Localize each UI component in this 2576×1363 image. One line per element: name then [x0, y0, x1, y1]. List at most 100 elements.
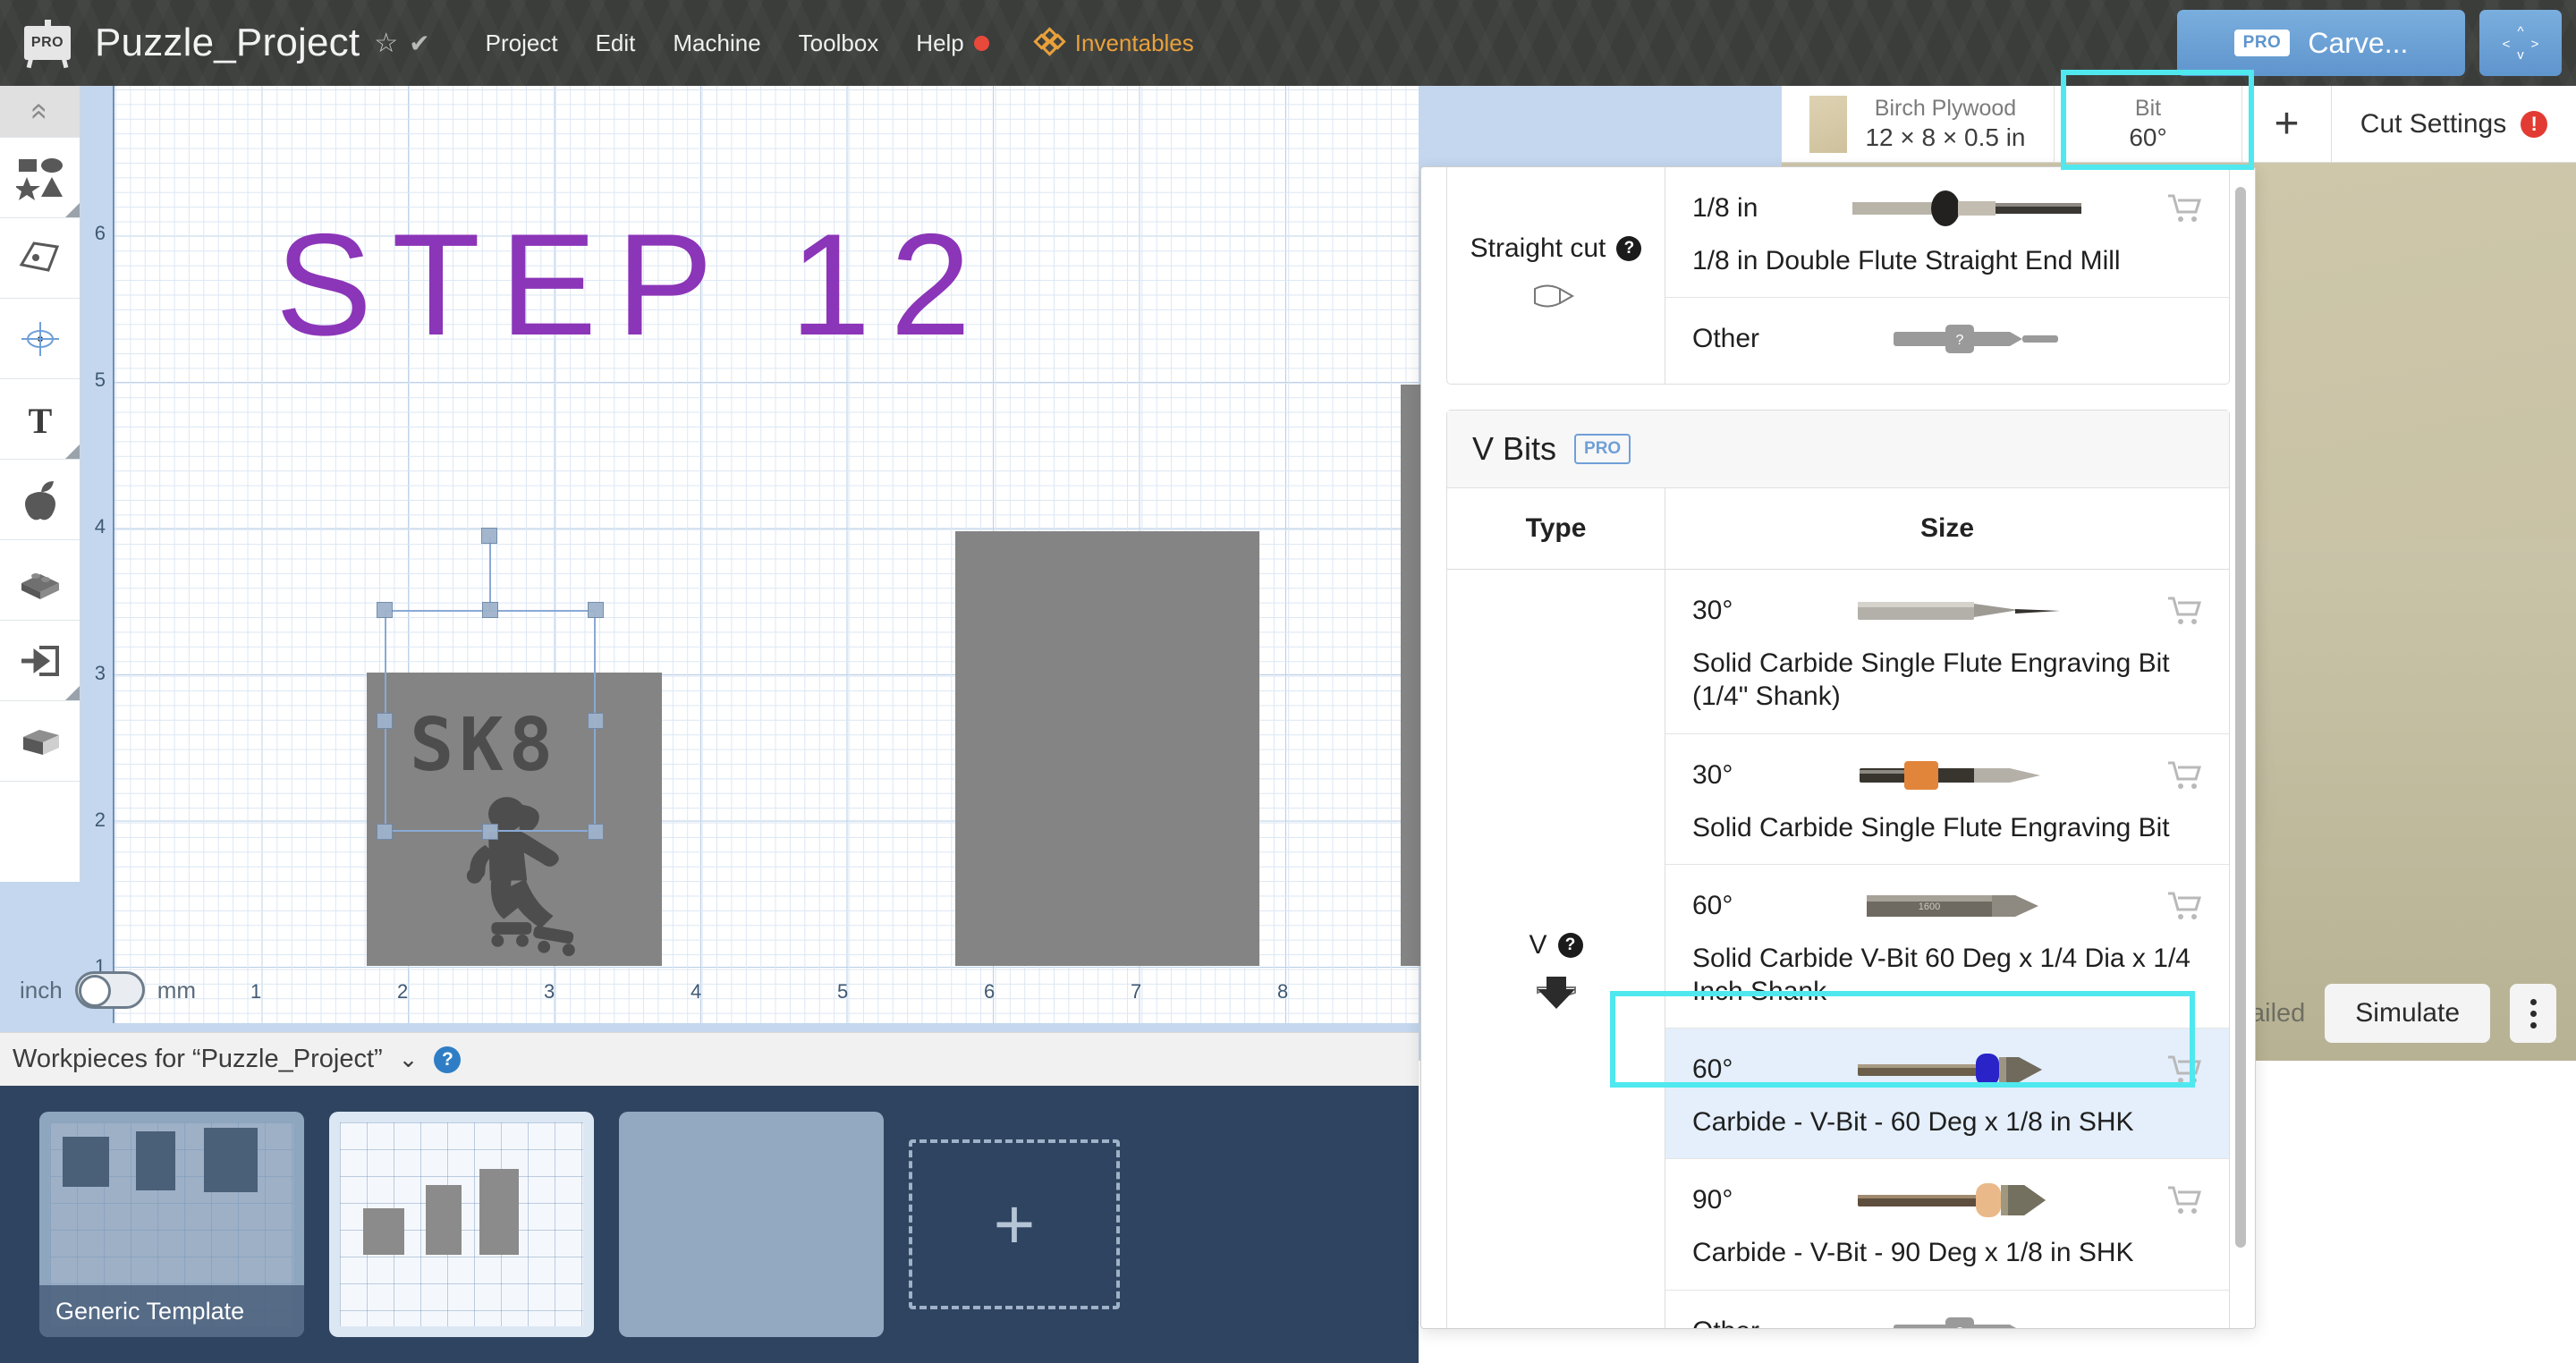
- resize-handle-s[interactable]: [482, 824, 498, 840]
- bit-row-v60-quarter[interactable]: 60° 1600: [1665, 865, 2229, 1029]
- v-bits-pro-badge: PRO: [1574, 434, 1631, 464]
- rotate-handle[interactable]: [481, 528, 497, 544]
- bit-description: Carbide - V-Bit - 90 Deg x 1/8 in SHK: [1692, 1236, 2202, 1269]
- bit-description: 1/8 in Double Flute Straight End Mill: [1692, 244, 2202, 277]
- horizontal-ruler: 1 2 3 4 5 6 7 8: [113, 980, 1419, 1016]
- shapes-icon: [16, 154, 64, 202]
- target-icon: [16, 315, 64, 363]
- simulate-button[interactable]: Simulate: [2325, 984, 2490, 1043]
- v-carve-profile-icon: [1530, 975, 1582, 1016]
- selection-bounding-box[interactable]: [385, 610, 596, 832]
- four-arrows-icon: ^ v < >: [2497, 20, 2544, 66]
- material-selector[interactable]: Birch Plywood 12 × 8 × 0.5 in: [1782, 86, 2054, 162]
- add-to-cart-icon[interactable]: [2156, 1184, 2202, 1216]
- inventables-label: Inventables: [1075, 30, 1194, 57]
- bit-row-v30-orange[interactable]: 30°: [1665, 734, 2229, 865]
- bit-image-v-bit-steel: [1801, 586, 2147, 636]
- tool-import[interactable]: [0, 621, 80, 701]
- menu-item-help[interactable]: Help: [916, 30, 988, 57]
- menu-item-toolbox[interactable]: Toolbox: [799, 30, 879, 57]
- bit-description: Solid Carbide Single Flute Engraving Bit…: [1692, 647, 2202, 713]
- workpiece-add-card[interactable]: +: [909, 1139, 1120, 1309]
- carve-button[interactable]: PRO Carve...: [2177, 10, 2465, 76]
- unit-switch[interactable]: [75, 971, 145, 1009]
- resize-handle-ne[interactable]: [588, 602, 604, 618]
- workpieces-help-icon[interactable]: ?: [434, 1046, 461, 1073]
- tool-import-corner: [65, 686, 80, 700]
- pan-navigate-button[interactable]: ^ v < >: [2479, 10, 2562, 76]
- cut-settings-label: Cut Settings: [2360, 109, 2506, 140]
- resize-handle-w[interactable]: [377, 713, 393, 729]
- tool-box[interactable]: [0, 701, 80, 782]
- hruler-tick-5: 5: [837, 980, 848, 1003]
- v-bits-help-icon[interactable]: ?: [1558, 933, 1583, 958]
- vruler-tick-5: 5: [95, 368, 106, 392]
- add-to-cart-icon[interactable]: [2156, 1054, 2202, 1086]
- hruler-tick-6: 6: [984, 980, 995, 1003]
- tool-blocks[interactable]: [0, 540, 80, 621]
- svg-text:^: ^: [2517, 24, 2523, 39]
- workpieces-chevron-down-icon[interactable]: ⌄: [399, 1046, 419, 1073]
- workpieces-strip: Generic Template +: [0, 1086, 1419, 1363]
- svg-text:T: T: [28, 401, 52, 441]
- favorite-star-icon[interactable]: ☆: [374, 28, 398, 59]
- bit-row-straight-1-8[interactable]: 1/8 in: [1665, 167, 2229, 298]
- tool-apps[interactable]: [0, 460, 80, 540]
- unit-switch-knob: [79, 975, 111, 1007]
- add-to-cart-icon[interactable]: [2156, 595, 2202, 627]
- workpiece-card-current[interactable]: [329, 1112, 594, 1337]
- bit-selector-tab[interactable]: Bit 60°: [2054, 86, 2241, 162]
- preview-controls: Detailed Simulate: [2210, 984, 2556, 1043]
- bit-row-straight-other[interactable]: Other ?: [1665, 298, 2229, 384]
- resize-handle-nw[interactable]: [377, 602, 393, 618]
- unit-toggle[interactable]: inch mm: [20, 971, 196, 1009]
- canvas-grid[interactable]: STEP 12 SK8: [113, 86, 1419, 1023]
- workpiece-card-generic-template[interactable]: Generic Template: [39, 1112, 304, 1337]
- menu-item-edit[interactable]: Edit: [596, 30, 636, 57]
- tool-shapes[interactable]: [0, 138, 80, 218]
- vruler-tick-4: 4: [95, 515, 106, 538]
- app-logo-pro-icon[interactable]: PRO: [20, 16, 75, 70]
- add-to-cart-icon[interactable]: [2156, 759, 2202, 792]
- bit-dialog-scrollbar[interactable]: [2235, 187, 2246, 1296]
- resize-handle-e[interactable]: [588, 713, 604, 729]
- column-header-type: Type: [1447, 488, 1665, 569]
- project-title[interactable]: Puzzle_Project: [95, 21, 360, 65]
- bit-row-v60-blue-selected[interactable]: 60°: [1665, 1029, 2229, 1159]
- import-arrow-icon: [16, 637, 64, 685]
- menu-item-project[interactable]: Project: [486, 30, 558, 57]
- straight-cut-help-icon[interactable]: ?: [1616, 236, 1641, 261]
- tool-target[interactable]: [0, 299, 80, 379]
- menu-item-machine[interactable]: Machine: [673, 30, 760, 57]
- text-icon: T: [16, 395, 64, 444]
- cut-settings-button[interactable]: Cut Settings !: [2331, 86, 2576, 162]
- bit-row-v90-tan[interactable]: 90°: [1665, 1159, 2229, 1290]
- svg-text:>: >: [2531, 37, 2539, 52]
- top-bar: PRO Puzzle_Project ☆ ✔ Project Edit Mach…: [0, 0, 2576, 86]
- bit-row-v30-quarter[interactable]: 30°: [1665, 570, 2229, 733]
- workpiece-card-blank[interactable]: [619, 1112, 884, 1337]
- step-text-object[interactable]: STEP 12: [275, 202, 990, 368]
- bit-size: 90°: [1692, 1185, 1792, 1215]
- add-bit-button[interactable]: +: [2241, 86, 2331, 162]
- tool-pen[interactable]: [0, 218, 80, 299]
- inventables-link[interactable]: Inventables: [1036, 30, 1194, 57]
- unit-label-mm: mm: [157, 977, 196, 1004]
- bit-image-v-bit-orange: [1801, 750, 2147, 800]
- tool-text[interactable]: T: [0, 379, 80, 460]
- preview-more-options-button[interactable]: [2510, 984, 2556, 1043]
- straight-cut-profile-icon: [1530, 278, 1583, 317]
- bit-row-v-other[interactable]: Other ?: [1665, 1291, 2229, 1330]
- bit-dialog-scroll-thumb[interactable]: [2235, 187, 2246, 1248]
- add-to-cart-icon[interactable]: [2156, 890, 2202, 922]
- rotate-stem: [489, 537, 491, 610]
- resize-handle-se[interactable]: [588, 824, 604, 840]
- workpiece-caption: Generic Template: [39, 1285, 304, 1337]
- toolbar-collapse-button[interactable]: «: [0, 86, 80, 138]
- add-to-cart-icon[interactable]: [2156, 192, 2202, 224]
- resize-handle-sw[interactable]: [377, 824, 393, 840]
- bit-selection-dialog[interactable]: Straight cut ? 1/8 in: [1420, 166, 2256, 1329]
- resize-handle-n[interactable]: [482, 602, 498, 618]
- saved-check-icon: ✔: [409, 29, 429, 58]
- canvas-shape-middle[interactable]: [955, 531, 1259, 966]
